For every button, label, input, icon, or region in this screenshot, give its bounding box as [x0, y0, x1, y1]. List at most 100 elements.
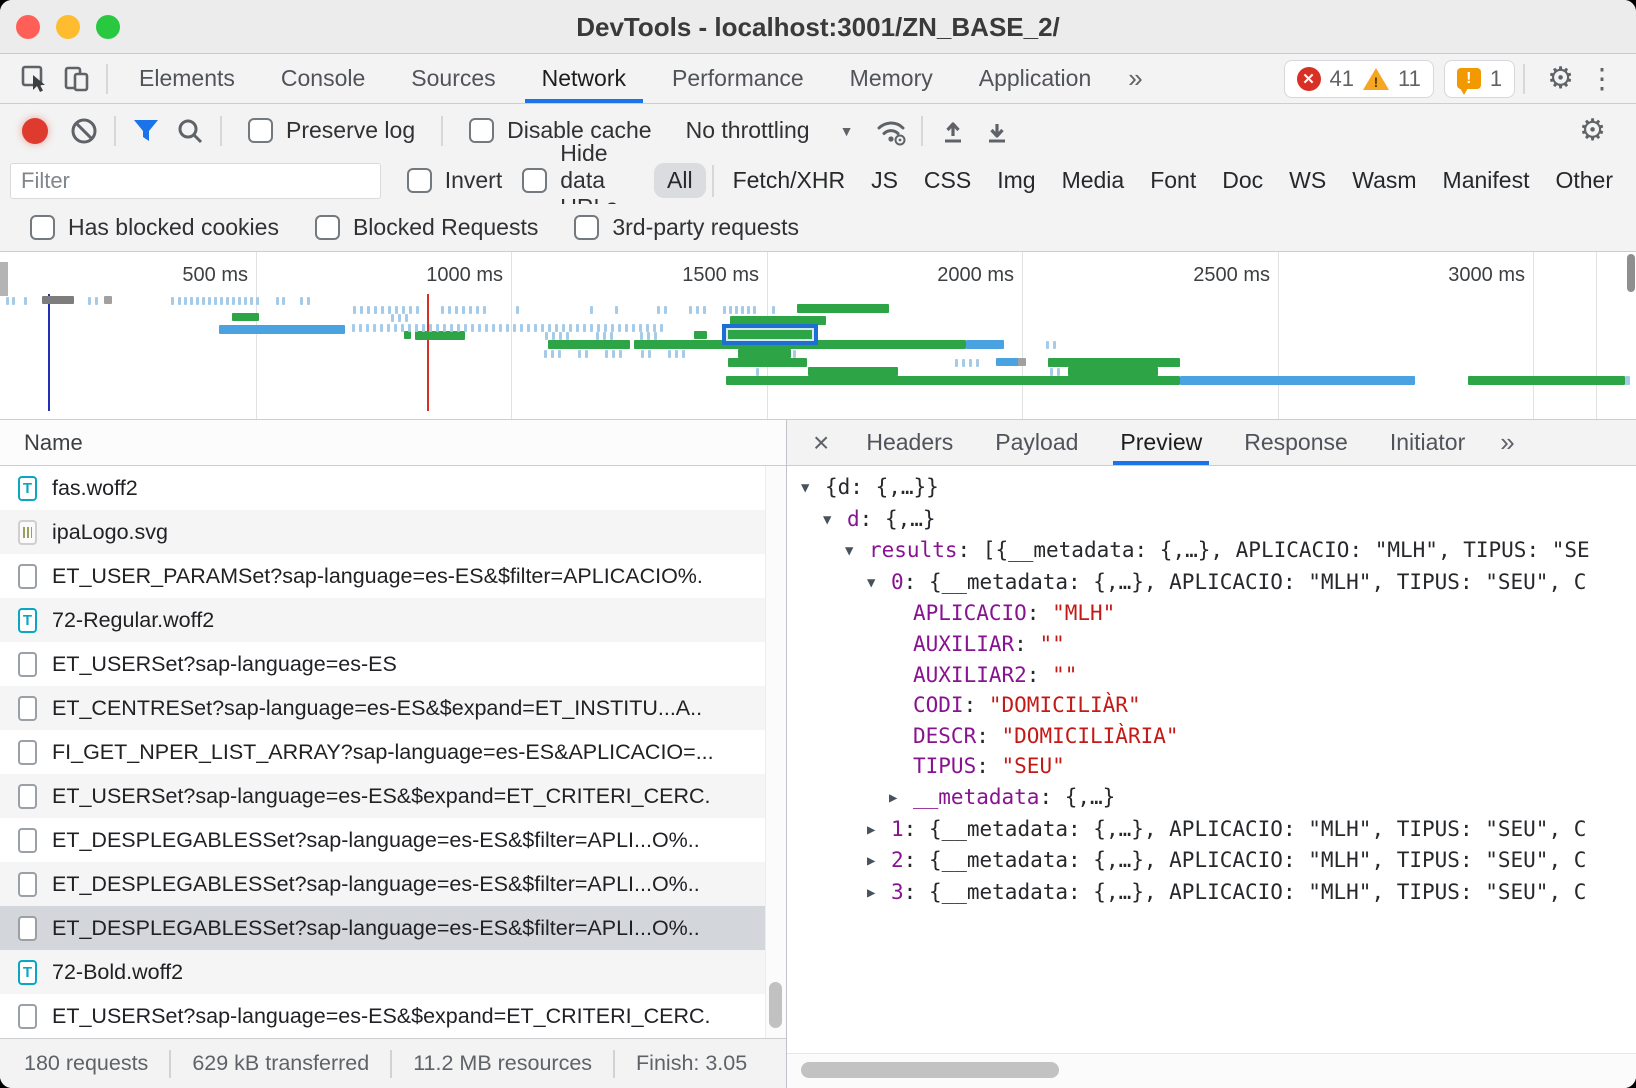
name-column-header[interactable]: Name [0, 420, 786, 466]
checkbox[interactable] [315, 215, 340, 240]
request-row[interactable]: ET_USERSet?sap-language=es-ES&$expand=ET… [0, 774, 786, 818]
tree-node[interactable]: CODI: "DOMICILIÀR" [787, 690, 1636, 721]
filter-type-all[interactable]: All [654, 163, 706, 198]
overview-scrollbar-thumb[interactable] [1627, 254, 1635, 292]
tree-node[interactable]: ▼d: {,…} [787, 504, 1636, 536]
export-har-icon[interactable] [975, 111, 1019, 151]
request-row[interactable]: ET_USERSet?sap-language=es-ES [0, 642, 786, 686]
tree-expand-arrow[interactable]: ▶ [867, 878, 891, 909]
clear-network-log-icon[interactable] [62, 111, 106, 151]
tab-elements[interactable]: Elements [116, 54, 258, 103]
filter-type-js[interactable]: JS [858, 163, 911, 198]
filter-type-media[interactable]: Media [1049, 163, 1138, 198]
filter-type-manifest[interactable]: Manifest [1430, 163, 1543, 198]
more-options-icon[interactable]: ⋮ [1588, 62, 1616, 95]
tab-sources[interactable]: Sources [388, 54, 518, 103]
checkbox[interactable] [407, 168, 432, 193]
tree-expand-arrow[interactable]: ▼ [801, 473, 825, 504]
tree-node[interactable]: ▼{d: {,…}} [787, 472, 1636, 504]
tree-expand-arrow[interactable]: ▼ [823, 505, 847, 536]
checkbox[interactable] [469, 118, 494, 143]
network-overview-timeline[interactable]: 500 ms1000 ms1500 ms2000 ms2500 ms3000 m… [0, 252, 1636, 420]
tree-node[interactable]: ▼results: [{__metadata: {,…}, APLICACIO:… [787, 535, 1636, 567]
filter-type-css[interactable]: CSS [911, 163, 984, 198]
console-errors-warnings-badge[interactable]: ✕ 41 ! 11 [1284, 60, 1434, 98]
checkbox[interactable] [30, 215, 55, 240]
tree-node[interactable]: ▶1: {__metadata: {,…}, APLICACIO: "MLH",… [787, 814, 1636, 846]
filter-type-font[interactable]: Font [1137, 163, 1209, 198]
filter-type-doc[interactable]: Doc [1209, 163, 1276, 198]
tab-network[interactable]: Network [519, 54, 649, 103]
request-row[interactable]: ET_DESPLEGABLESSet?sap-language=es-ES&$f… [0, 906, 786, 950]
request-row[interactable]: T72-Bold.woff2 [0, 950, 786, 994]
tree-node[interactable]: TIPUS: "SEU" [787, 751, 1636, 782]
request-row[interactable]: ET_DESPLEGABLESSet?sap-language=es-ES&$f… [0, 818, 786, 862]
tab-application[interactable]: Application [956, 54, 1115, 103]
tree-expand-arrow[interactable]: ▼ [845, 536, 869, 567]
request-row[interactable]: T72-Regular.woff2 [0, 598, 786, 642]
has-blocked-cookies-checkbox[interactable]: Has blocked cookies [30, 214, 279, 241]
tree-node[interactable]: ▶__metadata: {,…} [787, 782, 1636, 814]
details-tab-payload[interactable]: Payload [974, 420, 1099, 465]
tree-node[interactable]: AUXILIAR: "" [787, 629, 1636, 660]
more-details-tabs-icon[interactable]: » [1486, 427, 1528, 458]
inspect-element-icon[interactable] [14, 59, 56, 99]
scrollbar-thumb[interactable] [801, 1062, 1059, 1078]
request-row[interactable]: ET_DESPLEGABLESSet?sap-language=es-ES&$f… [0, 862, 786, 906]
request-row[interactable]: Tfas.woff2 [0, 466, 786, 510]
checkbox[interactable] [248, 118, 273, 143]
tab-console[interactable]: Console [258, 54, 388, 103]
device-toolbar-icon[interactable] [56, 59, 98, 99]
checkbox[interactable] [522, 168, 547, 193]
details-tab-response[interactable]: Response [1223, 420, 1369, 465]
import-har-icon[interactable] [931, 111, 975, 151]
record-button[interactable] [22, 118, 48, 144]
waterfall-bar [415, 331, 465, 340]
search-icon[interactable] [168, 111, 212, 151]
details-horizontal-scrollbar[interactable] [787, 1053, 1636, 1088]
waterfall-selected-bar[interactable] [722, 324, 818, 345]
settings-gear-icon[interactable]: ⚙ [1547, 64, 1574, 94]
issues-badge[interactable]: ! 1 [1444, 60, 1515, 98]
tree-expand-arrow[interactable]: ▶ [867, 815, 891, 846]
more-tabs-icon[interactable]: » [1114, 63, 1156, 94]
filter-type-other[interactable]: Other [1542, 163, 1626, 198]
filter-type-ws[interactable]: WS [1276, 163, 1339, 198]
request-row[interactable]: ET_CENTRESet?sap-language=es-ES&$expand=… [0, 686, 786, 730]
blocked-requests-checkbox[interactable]: Blocked Requests [315, 214, 538, 241]
network-settings-gear-icon[interactable]: ⚙ [1579, 116, 1606, 146]
tree-node[interactable]: DESCR: "DOMICILIÀRIA" [787, 721, 1636, 752]
network-conditions-icon[interactable] [869, 111, 913, 151]
tree-expand-arrow[interactable]: ▶ [889, 783, 913, 814]
request-row[interactable]: ET_USER_PARAMSet?sap-language=es-ES&$fil… [0, 554, 786, 598]
request-row[interactable]: ipaLogo.svg [0, 510, 786, 554]
request-list-scrollbar[interactable] [765, 466, 786, 1038]
filter-type-img[interactable]: Img [984, 163, 1048, 198]
tree-node[interactable]: APLICACIO: "MLH" [787, 598, 1636, 629]
details-tab-headers[interactable]: Headers [845, 420, 974, 465]
filter-input[interactable] [10, 163, 381, 199]
tree-node[interactable]: ▶2: {__metadata: {,…}, APLICACIO: "MLH",… [787, 845, 1636, 877]
waterfall-tick [664, 306, 667, 314]
invert-checkbox[interactable]: Invert [407, 167, 503, 194]
tree-node[interactable]: ▶3: {__metadata: {,…}, APLICACIO: "MLH",… [787, 877, 1636, 909]
filter-type-fetch-xhr[interactable]: Fetch/XHR [720, 163, 858, 198]
close-details-icon[interactable]: × [797, 427, 845, 459]
tree-node[interactable]: ▼0: {__metadata: {,…}, APLICACIO: "MLH",… [787, 567, 1636, 599]
third-party-requests-checkbox[interactable]: 3rd-party requests [574, 214, 799, 241]
checkbox[interactable] [574, 215, 599, 240]
request-row[interactable]: FI_GET_NPER_LIST_ARRAY?sap-language=es-E… [0, 730, 786, 774]
tab-performance[interactable]: Performance [649, 54, 827, 103]
tree-expand-arrow[interactable]: ▼ [867, 568, 891, 599]
tree-node[interactable]: AUXILIAR2: "" [787, 660, 1636, 691]
throttling-dropdown[interactable]: No throttling ▼ [686, 117, 854, 144]
request-row[interactable]: ET_USERSet?sap-language=es-ES&$expand=ET… [0, 994, 786, 1038]
tree-expand-arrow[interactable]: ▶ [867, 846, 891, 877]
details-tab-initiator[interactable]: Initiator [1369, 420, 1486, 465]
scrollbar-thumb[interactable] [769, 982, 782, 1028]
preserve-log-checkbox[interactable]: Preserve log [248, 117, 415, 144]
details-tab-preview[interactable]: Preview [1099, 420, 1223, 465]
filter-type-wasm[interactable]: Wasm [1339, 163, 1429, 198]
tab-memory[interactable]: Memory [827, 54, 956, 103]
filter-funnel-icon[interactable] [124, 111, 168, 151]
